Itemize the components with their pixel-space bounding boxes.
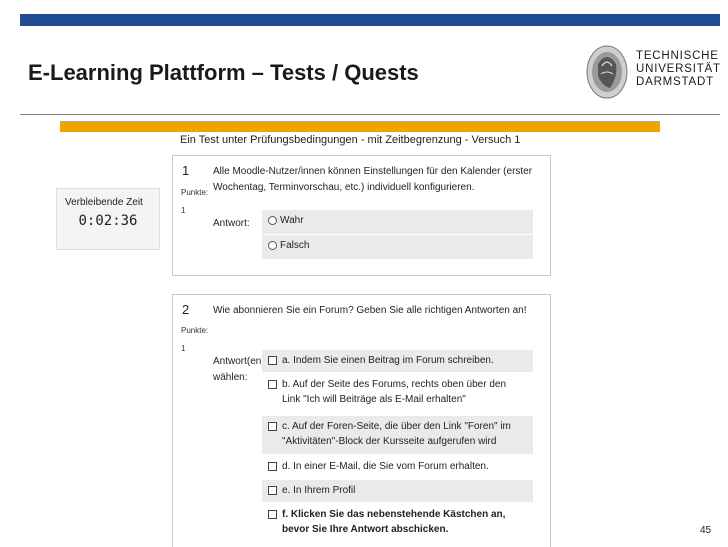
athena-seal-icon xyxy=(586,45,628,99)
question-number: 1 xyxy=(182,163,190,178)
page-number: 45 xyxy=(700,525,712,536)
checkbox[interactable] xyxy=(268,510,277,519)
question-text: Wie abonnieren Sie ein Forum? Geben Sie … xyxy=(213,305,527,316)
timer-value: 0:02:36 xyxy=(78,213,138,229)
option-falsch[interactable]: Falsch xyxy=(262,235,533,259)
slide-title: E-Learning Plattform – Tests / Quests xyxy=(28,60,419,85)
accent-bar xyxy=(60,121,660,132)
option-label: a. Indem Sie einen Beitrag im Forum schr… xyxy=(282,355,494,366)
quiz-title: Ein Test unter Prüfungsbedingungen - mit… xyxy=(180,134,521,146)
logo-text: TECHNISCHE UNIVERSITÄT DARMSTADT xyxy=(636,50,721,88)
tu-darmstadt-logo: TECHNISCHE UNIVERSITÄT DARMSTADT xyxy=(572,38,720,106)
header-bar xyxy=(20,14,720,26)
option-label: e. In Ihrem Profil xyxy=(282,485,356,496)
option-label: d. In einer E-Mail, die Sie vom Forum er… xyxy=(282,461,489,472)
option-wahr[interactable]: Wahr xyxy=(262,210,533,234)
option-label: Falsch xyxy=(280,240,310,251)
option-label: b. Auf der Seite des Forums, rechts oben… xyxy=(282,379,507,405)
radio-button[interactable] xyxy=(268,240,277,250)
points-value: 1 xyxy=(181,206,186,215)
option-b[interactable]: b. Auf der Seite des Forums, rechts oben… xyxy=(262,374,533,414)
option-label: c. Auf der Foren-Seite, die über den Lin… xyxy=(282,421,511,447)
checkbox[interactable] xyxy=(268,356,277,365)
option-d[interactable]: d. In einer E-Mail, die Sie vom Forum er… xyxy=(262,456,533,478)
points-label: Punkte: xyxy=(181,326,209,335)
points-label: Punkte: xyxy=(181,188,209,197)
option-a[interactable]: a. Indem Sie einen Beitrag im Forum schr… xyxy=(262,350,533,372)
option-e[interactable]: e. In Ihrem Profil xyxy=(262,480,533,502)
checkbox[interactable] xyxy=(268,422,277,431)
checkbox[interactable] xyxy=(268,380,277,389)
option-c[interactable]: c. Auf der Foren-Seite, die über den Lin… xyxy=(262,416,533,454)
points-value: 1 xyxy=(181,344,186,353)
question-1: 1 Punkte: 1 Alle Moodle-Nutzer/innen kön… xyxy=(172,155,551,276)
option-f[interactable]: f. Klicken Sie das nebenstehende Kästche… xyxy=(262,504,533,544)
option-label: Wahr xyxy=(280,215,304,226)
answer-label: Antwort: xyxy=(213,218,250,229)
question-2: 2 Punkte: 1 Wie abonnieren Sie ein Forum… xyxy=(172,294,551,547)
radio-button[interactable] xyxy=(268,215,277,225)
question-number: 2 xyxy=(182,302,190,317)
option-label: f. Klicken Sie das nebenstehende Kästche… xyxy=(282,509,506,535)
answer-label: Antwort(en) wählen: xyxy=(213,356,265,383)
timer-box: Verbleibende Zeit 0:02:36 xyxy=(56,188,160,250)
header-divider xyxy=(20,114,720,115)
question-text: Alle Moodle-Nutzer/innen können Einstell… xyxy=(213,166,533,193)
checkbox[interactable] xyxy=(268,462,277,471)
checkbox[interactable] xyxy=(268,486,277,495)
timer-label: Verbleibende Zeit xyxy=(65,197,143,208)
